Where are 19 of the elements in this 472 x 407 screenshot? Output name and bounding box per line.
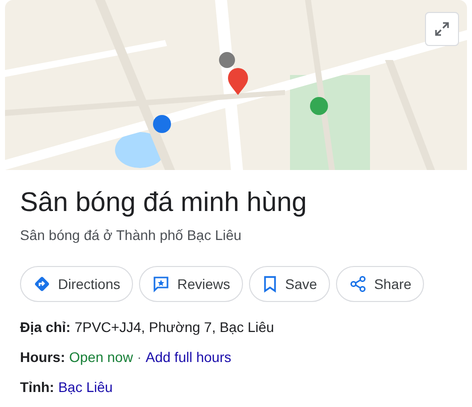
detail-label: Hours: (20, 348, 66, 367)
province-link[interactable]: Bạc Liêu (58, 372, 113, 402)
review-icon (152, 275, 170, 293)
open-status: Open now (69, 348, 133, 367)
place-name: Sân bóng đá minh hùng (20, 186, 308, 219)
expand-icon (434, 21, 450, 37)
expand-button[interactable] (425, 12, 459, 46)
place-category: Sân bóng đá ở Thành phố Bạc Liêu (20, 227, 242, 243)
action-button[interactable]: Share (336, 266, 424, 302)
action-button[interactable]: Save (249, 266, 330, 302)
address-text: 7PVC+JJ4, Phường 7, Bạc Liêu (74, 318, 274, 337)
detail-label: Tỉnh: (20, 378, 54, 397)
action-button[interactable]: Directions (20, 266, 134, 302)
detail-label: Địa chỉ: (20, 318, 71, 337)
action-button[interactable]: Reviews (139, 266, 244, 302)
add-hours-link[interactable]: Add full hours (146, 342, 232, 372)
share-icon (349, 275, 368, 293)
bookmark-icon (262, 275, 278, 293)
separator-dot: · (136, 348, 142, 367)
